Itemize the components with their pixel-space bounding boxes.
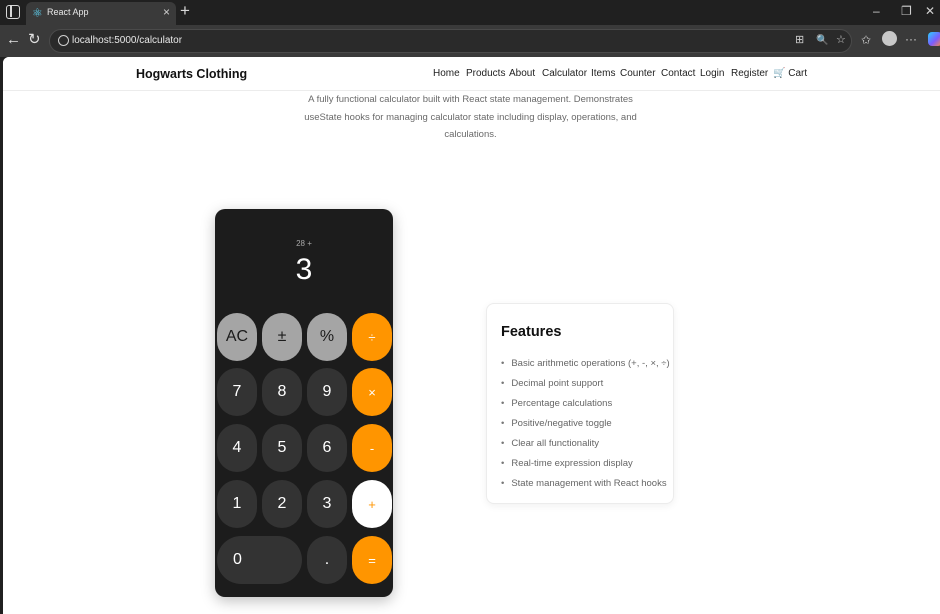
nav-register[interactable]: Register bbox=[731, 68, 768, 79]
react-icon: ⚛ bbox=[32, 6, 43, 20]
url-text[interactable]: localhost:5000/calculator bbox=[72, 35, 182, 46]
refresh-icon[interactable]: ↻ bbox=[28, 32, 41, 48]
divide-button[interactable]: ÷ bbox=[352, 313, 392, 361]
nav-cart[interactable]: 🛒 Cart bbox=[773, 68, 807, 79]
calculator-display: 3 bbox=[295, 253, 313, 286]
nav-counter[interactable]: Counter bbox=[620, 68, 656, 79]
tab-title: React App bbox=[47, 7, 89, 17]
favorite-star-icon[interactable]: ☆ bbox=[836, 34, 846, 47]
site-info-icon[interactable] bbox=[58, 35, 69, 46]
nav-contact[interactable]: Contact bbox=[661, 68, 695, 79]
features-list: Basic arithmetic operations (+, -, ×, ÷)… bbox=[501, 354, 670, 494]
digit-2-button[interactable]: 2 bbox=[262, 480, 302, 528]
digit-7-button[interactable]: 7 bbox=[217, 368, 257, 416]
calculator: 28 + 3 AC ± % ÷ 7 8 9 × 4 5 6 - 1 2 3 + … bbox=[215, 209, 393, 597]
nav-items[interactable]: Items bbox=[591, 68, 615, 79]
clear-button[interactable]: AC bbox=[217, 313, 257, 361]
minimize-icon[interactable]: – bbox=[873, 4, 880, 18]
digit-1-button[interactable]: 1 bbox=[217, 480, 257, 528]
nav-home[interactable]: Home bbox=[433, 68, 460, 79]
multiply-button[interactable]: × bbox=[352, 368, 392, 416]
browser-toolbar: ← ↻ localhost:5000/calculator ⊞ 🔍 ☆ ✩ ··… bbox=[0, 25, 940, 57]
features-card: Features Basic arithmetic operations (+,… bbox=[486, 303, 674, 504]
calculator-expression: 28 + bbox=[296, 239, 312, 248]
digit-8-button[interactable]: 8 bbox=[262, 368, 302, 416]
feature-item: Real-time expression display bbox=[501, 454, 670, 474]
page-description: A fully functional calculator built with… bbox=[304, 94, 637, 140]
feature-item: Decimal point support bbox=[501, 374, 670, 394]
nav-calculator[interactable]: Calculator bbox=[542, 68, 587, 79]
new-tab-button[interactable]: + bbox=[180, 2, 190, 20]
zoom-icon[interactable]: 🔍 bbox=[816, 34, 828, 47]
tab-actions-icon[interactable] bbox=[6, 5, 20, 19]
app-available-icon[interactable]: ⊞ bbox=[795, 34, 804, 47]
nav-products[interactable]: Products bbox=[466, 68, 505, 79]
feature-item: Clear all functionality bbox=[501, 434, 670, 454]
page-viewport: Hogwarts Clothing Home Products About Ca… bbox=[3, 57, 940, 614]
copilot-icon[interactable] bbox=[928, 32, 940, 46]
digit-4-button[interactable]: 4 bbox=[217, 424, 257, 472]
back-icon[interactable]: ← bbox=[6, 32, 21, 48]
decimal-button[interactable]: . bbox=[307, 536, 347, 584]
site-header: Hogwarts Clothing Home Products About Ca… bbox=[3, 57, 940, 91]
feature-item: Percentage calculations bbox=[501, 394, 670, 414]
browser-tab[interactable]: ⚛ React App × bbox=[26, 2, 176, 25]
maximize-icon[interactable]: ❐ bbox=[901, 4, 912, 18]
equals-button[interactable]: = bbox=[352, 536, 392, 584]
digit-3-button[interactable]: 3 bbox=[307, 480, 347, 528]
toggle-sign-button[interactable]: ± bbox=[262, 313, 302, 361]
more-options-icon[interactable]: ··· bbox=[905, 32, 917, 46]
digit-5-button[interactable]: 5 bbox=[262, 424, 302, 472]
digit-9-button[interactable]: 9 bbox=[307, 368, 347, 416]
digit-6-button[interactable]: 6 bbox=[307, 424, 347, 472]
feature-item: State management with React hooks bbox=[501, 474, 670, 494]
percent-button[interactable]: % bbox=[307, 313, 347, 361]
close-tab-icon[interactable]: × bbox=[163, 5, 170, 19]
favorites-icon[interactable]: ✩ bbox=[861, 33, 871, 47]
close-window-icon[interactable]: ✕ bbox=[925, 4, 935, 18]
nav-about[interactable]: About bbox=[509, 68, 535, 79]
brand-logo[interactable]: Hogwarts Clothing bbox=[136, 67, 247, 81]
add-button[interactable]: + bbox=[352, 480, 392, 528]
nav-login[interactable]: Login bbox=[700, 68, 724, 79]
browser-tab-strip: ⚛ React App × + – ❐ ✕ bbox=[0, 0, 940, 25]
feature-item: Basic arithmetic operations (+, -, ×, ÷) bbox=[501, 354, 669, 374]
profile-avatar[interactable] bbox=[882, 31, 897, 46]
features-title: Features bbox=[501, 324, 562, 340]
subtract-button[interactable]: - bbox=[352, 424, 392, 472]
feature-item: Positive/negative toggle bbox=[501, 414, 670, 434]
digit-0-button[interactable]: 0 bbox=[217, 536, 302, 584]
address-bar[interactable]: localhost:5000/calculator ⊞ 🔍 ☆ bbox=[49, 29, 852, 53]
